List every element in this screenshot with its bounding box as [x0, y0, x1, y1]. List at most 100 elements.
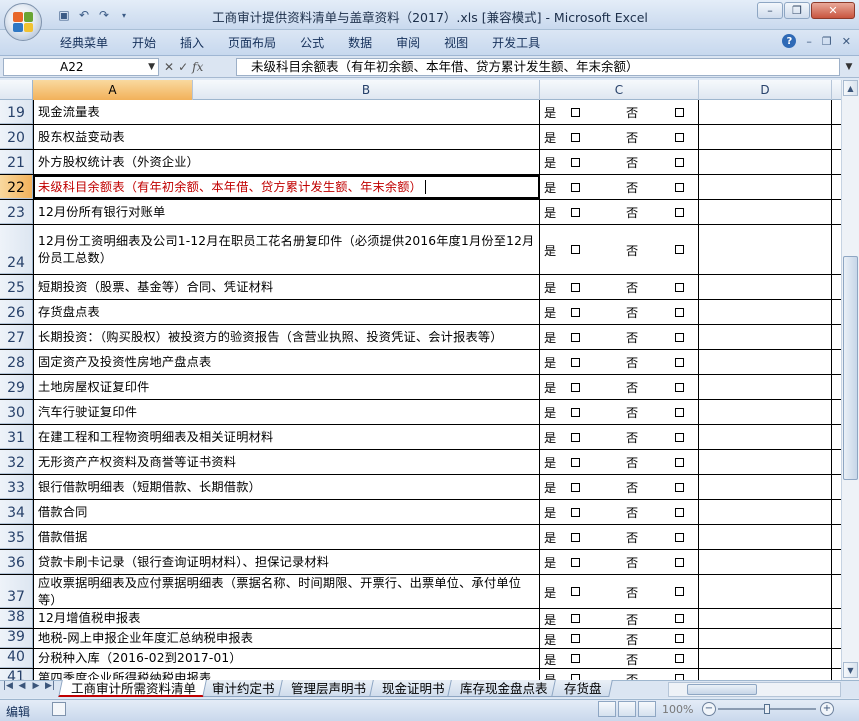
select-all-corner[interactable]: [0, 80, 33, 100]
minimize-button[interactable]: –: [757, 2, 783, 19]
row-header[interactable]: 26: [0, 300, 33, 324]
yes-checkbox[interactable]: [571, 332, 580, 342]
item-cell[interactable]: 贷款卡刷卡记录（银行查询证明材料）、担保记录材料: [33, 550, 540, 574]
status-cell[interactable]: 是否: [540, 609, 699, 628]
d-cell[interactable]: [699, 100, 832, 124]
d-cell[interactable]: [699, 609, 832, 628]
item-cell[interactable]: 借款合同: [33, 500, 540, 524]
row-header[interactable]: 37: [0, 575, 33, 608]
last-sheet-icon[interactable]: ▶|: [44, 681, 56, 691]
d-cell[interactable]: [699, 275, 832, 299]
status-cell[interactable]: 是否: [540, 225, 699, 274]
d-cell[interactable]: [699, 475, 832, 499]
d-cell[interactable]: [699, 375, 832, 399]
workbook-restore-button[interactable]: ❐: [822, 35, 832, 48]
yes-checkbox[interactable]: [571, 357, 580, 367]
d-cell[interactable]: [699, 550, 832, 574]
yes-checkbox[interactable]: [571, 587, 580, 596]
zoom-slider[interactable]: − +: [702, 702, 836, 716]
yes-checkbox[interactable]: [571, 307, 580, 317]
yes-checkbox[interactable]: [571, 382, 580, 392]
d-cell[interactable]: [699, 300, 832, 324]
d-cell[interactable]: [699, 350, 832, 374]
item-cell[interactable]: 固定资产及投资性房地产盘点表: [33, 350, 540, 374]
row-header[interactable]: 21: [0, 150, 33, 174]
status-cell[interactable]: 是否: [540, 649, 699, 668]
yes-checkbox[interactable]: [571, 182, 580, 192]
tab-review[interactable]: 审阅: [384, 34, 432, 52]
row-header[interactable]: 22: [0, 175, 33, 199]
item-cell[interactable]: 地税-网上申报企业年度汇总纳税申报表: [33, 629, 540, 648]
item-cell[interactable]: 12月份所有银行对账单: [33, 200, 540, 224]
status-cell[interactable]: 是否: [540, 100, 699, 124]
sheet-tab-representation[interactable]: 管理层声明书: [277, 680, 377, 697]
sheet-tab-cash-cert[interactable]: 现金证明书: [368, 680, 455, 697]
yes-checkbox[interactable]: [571, 157, 580, 167]
formula-input[interactable]: 未级科目余额表（有年初余额、本年借、贷方累计发生额、年末余额）: [236, 58, 840, 76]
d-cell[interactable]: [699, 629, 832, 648]
row-header[interactable]: 34: [0, 500, 33, 524]
row-header[interactable]: 31: [0, 425, 33, 449]
d-cell[interactable]: [699, 125, 832, 149]
no-checkbox[interactable]: [675, 307, 684, 317]
row-header[interactable]: 19: [0, 100, 33, 124]
row-header[interactable]: 24: [0, 225, 33, 274]
item-cell[interactable]: 长期投资：（购买股权）被投资方的验资报告（含营业执照、投资凭证、会计报表等）: [33, 325, 540, 349]
row-header[interactable]: 25: [0, 275, 33, 299]
status-cell[interactable]: 是否: [540, 400, 699, 424]
status-cell[interactable]: 是否: [540, 200, 699, 224]
row-header[interactable]: 28: [0, 350, 33, 374]
restore-button[interactable]: ❐: [784, 2, 810, 19]
d-cell[interactable]: [699, 450, 832, 474]
d-cell[interactable]: [699, 669, 832, 680]
row-header[interactable]: 30: [0, 400, 33, 424]
column-header-a[interactable]: A: [33, 80, 193, 100]
no-checkbox[interactable]: [675, 157, 684, 167]
status-cell[interactable]: 是否: [540, 575, 699, 608]
status-cell[interactable]: 是否: [540, 525, 699, 549]
macro-record-icon[interactable]: [52, 702, 66, 716]
d-cell[interactable]: [699, 500, 832, 524]
no-checkbox[interactable]: [675, 182, 684, 192]
expand-formula-icon[interactable]: ▼: [842, 58, 856, 76]
item-cell[interactable]: 12月增值税申报表: [33, 609, 540, 628]
close-button[interactable]: ✕: [811, 2, 855, 19]
yes-checkbox[interactable]: [571, 407, 580, 417]
row-header[interactable]: 32: [0, 450, 33, 474]
item-cell[interactable]: 应收票据明细表及应付票据明细表（票据名称、时间期限、开票行、出票单位、承付单位等…: [33, 575, 540, 608]
no-checkbox[interactable]: [675, 654, 684, 663]
customize-qat-icon[interactable]: ▾: [116, 7, 132, 23]
status-cell[interactable]: 是否: [540, 350, 699, 374]
yes-checkbox[interactable]: [571, 557, 580, 567]
row-header[interactable]: 33: [0, 475, 33, 499]
status-cell[interactable]: 是否: [540, 550, 699, 574]
workbook-minimize-button[interactable]: –: [806, 35, 812, 48]
d-cell[interactable]: [699, 649, 832, 668]
item-cell[interactable]: 短期投资（股票、基金等）合同、凭证材料: [33, 275, 540, 299]
zoom-in-icon[interactable]: +: [820, 702, 834, 716]
d-cell[interactable]: [699, 575, 832, 608]
item-cell[interactable]: 分税种入库（2016-02到2017-01）: [33, 649, 540, 668]
row-header[interactable]: 35: [0, 525, 33, 549]
vertical-scrollbar[interactable]: ▲ ▼: [841, 80, 859, 680]
row-header[interactable]: 39: [0, 629, 33, 648]
workbook-close-button[interactable]: ✕: [842, 35, 851, 48]
enter-icon[interactable]: ✓: [178, 60, 188, 74]
column-header-b[interactable]: B: [193, 80, 540, 100]
status-cell[interactable]: 是否: [540, 125, 699, 149]
d-cell[interactable]: [699, 325, 832, 349]
status-cell[interactable]: 是否: [540, 300, 699, 324]
no-checkbox[interactable]: [675, 132, 684, 142]
status-cell[interactable]: 是否: [540, 629, 699, 648]
undo-icon[interactable]: ↶: [76, 7, 92, 23]
zoom-knob[interactable]: [764, 704, 770, 714]
page-break-view-icon[interactable]: [638, 701, 656, 717]
yes-checkbox[interactable]: [571, 282, 580, 292]
no-checkbox[interactable]: [675, 614, 684, 623]
item-cell[interactable]: 土地房屋权证复印件: [33, 375, 540, 399]
scroll-up-icon[interactable]: ▲: [843, 80, 858, 96]
status-cell[interactable]: 是否: [540, 450, 699, 474]
yes-checkbox[interactable]: [571, 132, 580, 142]
tab-home[interactable]: 开始: [120, 34, 168, 52]
no-checkbox[interactable]: [675, 382, 684, 392]
